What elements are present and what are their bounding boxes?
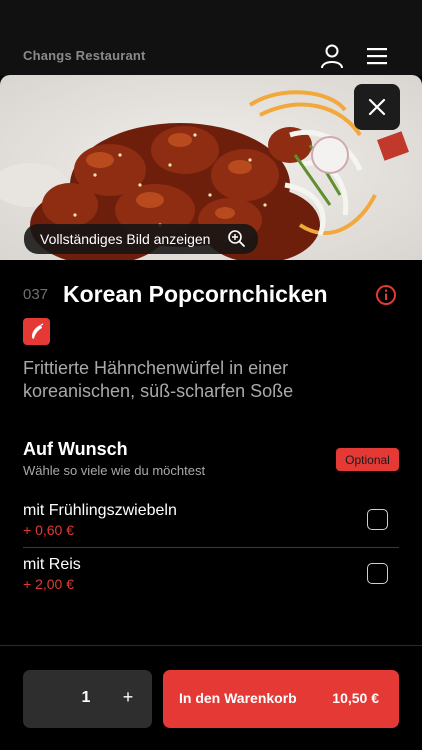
close-button[interactable] <box>354 84 400 130</box>
restaurant-name: Changs Restaurant <box>23 48 146 63</box>
quantity-value: 1 <box>81 689 91 706</box>
info-icon[interactable] <box>375 284 397 306</box>
option-name: mit Frühlingszwiebeln <box>23 502 177 519</box>
item-details: 037 Korean Popcornchicken Frittierte Häh… <box>0 260 422 645</box>
quantity-plus-button[interactable]: + <box>119 687 137 707</box>
order-footer: 1 + In den Warenkorb 10,50 € <box>0 645 422 750</box>
option-row[interactable]: mit Reis + 2,00 € <box>23 552 399 602</box>
item-number: 037 <box>23 286 49 303</box>
menu-button[interactable] <box>363 42 391 70</box>
option-price: + 2,00 € <box>23 576 74 592</box>
chili-spicy-icon <box>31 322 43 339</box>
account-button[interactable] <box>318 42 346 70</box>
item-description: Frittierte Hähnchenwürfel in einer korea… <box>23 358 294 401</box>
add-to-cart-button[interactable]: In den Warenkorb 10,50 € <box>163 670 399 728</box>
zoom-in-icon <box>228 230 245 247</box>
option-checkbox[interactable] <box>367 563 388 584</box>
top-bar: Changs Restaurant <box>0 0 422 76</box>
cart-total-price: 10,50 € <box>332 690 379 706</box>
optional-badge: Optional <box>336 448 399 471</box>
option-price: + 0,60 € <box>23 522 74 538</box>
hamburger-menu-icon <box>367 48 387 65</box>
user-icon <box>321 44 343 69</box>
close-icon <box>368 98 386 116</box>
option-checkbox[interactable] <box>367 509 388 530</box>
spicy-badge <box>23 318 50 345</box>
add-to-cart-label: In den Warenkorb <box>179 690 297 706</box>
view-full-image-label: Vollständiges Bild anzeigen <box>40 231 211 247</box>
item-title: Korean Popcornchicken <box>63 281 328 307</box>
options-section-title: Auf Wunsch <box>23 439 128 459</box>
option-row[interactable]: mit Frühlingszwiebeln + 0,60 € <box>23 498 399 548</box>
quantity-stepper[interactable]: 1 + <box>23 670 152 728</box>
options-section-subtitle: Wähle so viele wie du möchtest <box>23 463 206 478</box>
view-full-image-button[interactable]: Vollständiges Bild anzeigen <box>24 224 258 254</box>
option-name: mit Reis <box>23 556 81 573</box>
